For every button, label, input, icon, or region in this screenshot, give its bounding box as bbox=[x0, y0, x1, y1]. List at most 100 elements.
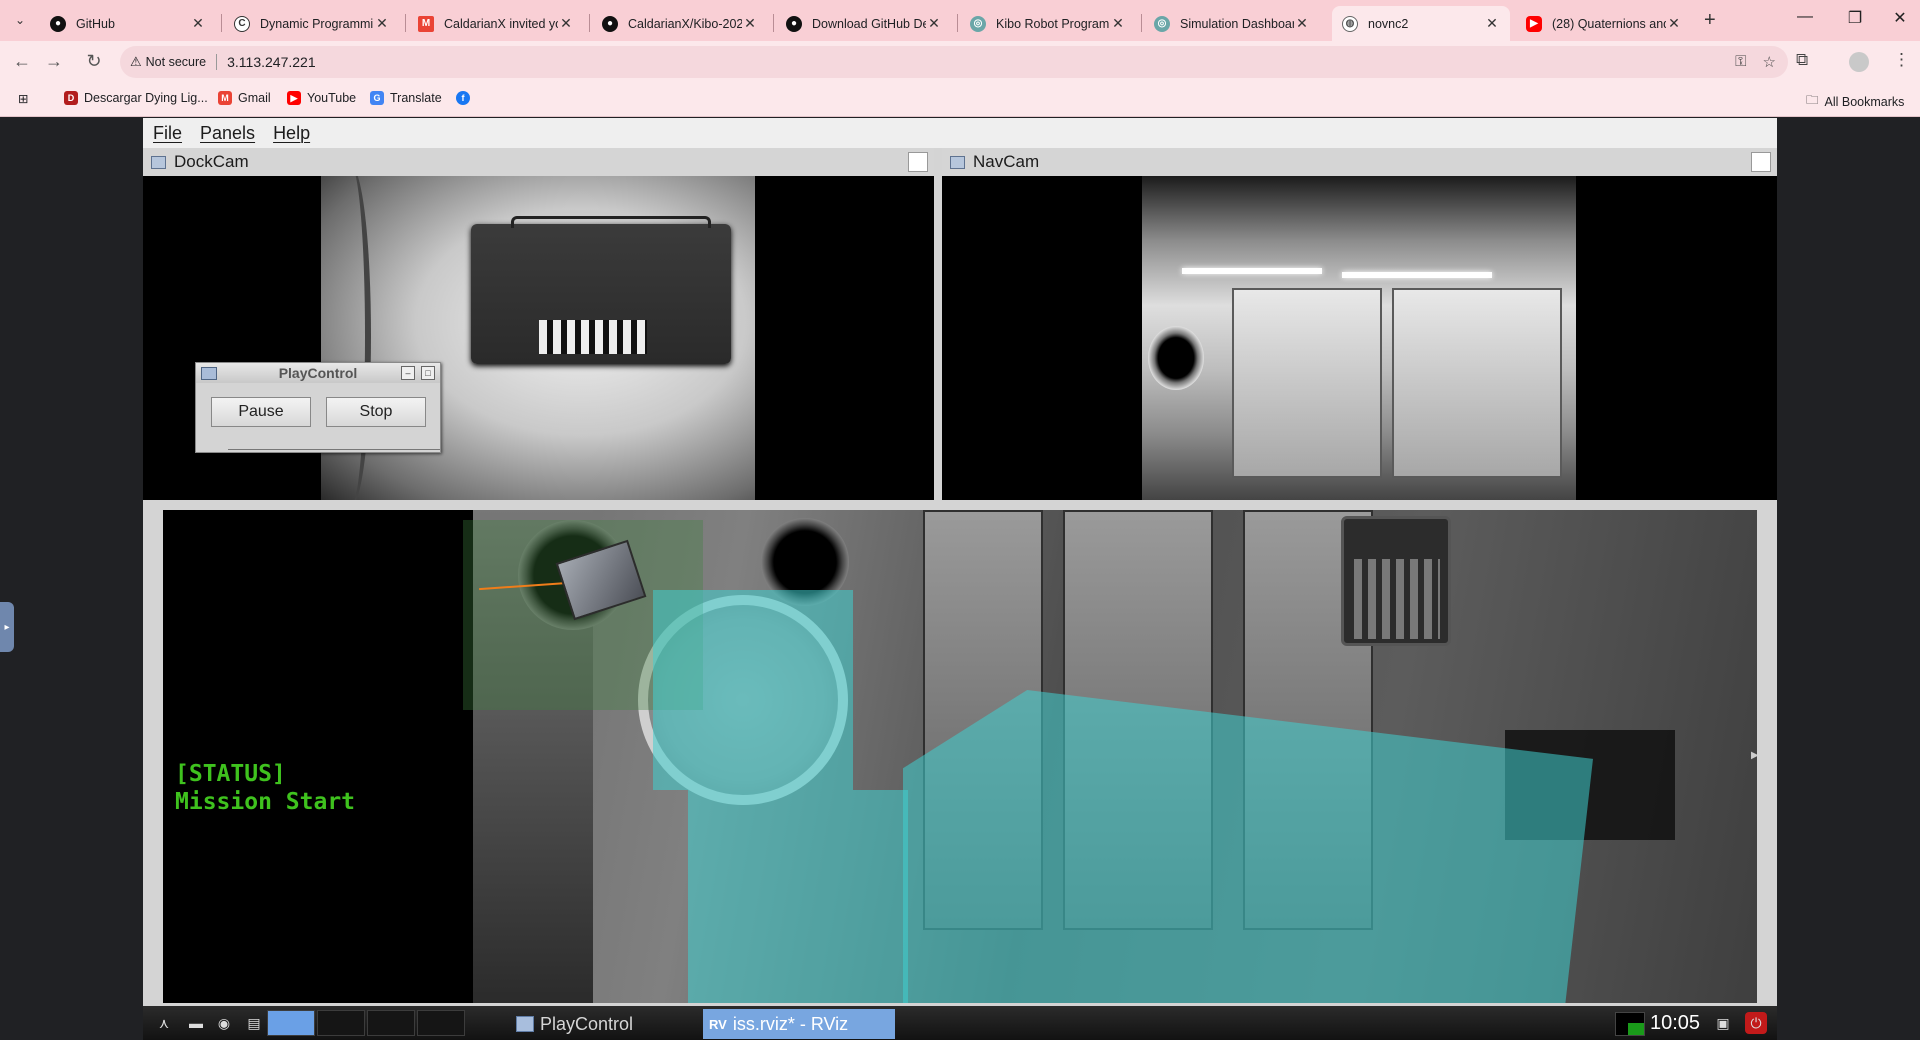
file-manager-icon[interactable]: ▤ bbox=[243, 1012, 265, 1034]
bookmark-translate[interactable]: G Translate bbox=[370, 91, 442, 105]
novnc-control-handle[interactable]: ▸ bbox=[0, 602, 14, 652]
tab-gmail[interactable]: M CaldarianX invited yo ✕ bbox=[408, 6, 584, 41]
apps-grid-icon[interactable]: ⊞ bbox=[18, 91, 28, 106]
bookmark-youtube[interactable]: ▶ YouTube bbox=[287, 91, 356, 105]
address-bar[interactable]: ⚠ Not secure 3.113.247.221 ⚿ ☆ bbox=[120, 46, 1788, 78]
status-overlay: [STATUS] Mission Start bbox=[175, 761, 356, 815]
close-icon[interactable]: ✕ bbox=[742, 15, 758, 32]
url-text[interactable]: 3.113.247.221 bbox=[227, 54, 316, 70]
github-icon: ● bbox=[786, 15, 802, 32]
youtube-icon: ▶ bbox=[1526, 15, 1542, 32]
forward-icon[interactable]: → bbox=[42, 51, 66, 72]
playcontrol-window: PlayControl – □ Pause Stop bbox=[195, 362, 441, 453]
tab-strip: ⌄ ● GitHub ✕ C Dynamic Programming ✕ M C… bbox=[0, 0, 1920, 41]
close-icon[interactable]: ✕ bbox=[1110, 15, 1126, 32]
desktop-1[interactable] bbox=[267, 1010, 315, 1036]
rviz-icon: RV bbox=[709, 1016, 727, 1032]
app-icon: C bbox=[234, 15, 250, 32]
reload-icon[interactable]: ↻ bbox=[82, 51, 106, 72]
tab-kibo-repo[interactable]: ● CaldarianX/Kibo-202 ✕ bbox=[592, 6, 768, 41]
close-icon[interactable]: ✕ bbox=[190, 15, 206, 32]
bookmarks-bar: ⊞ D Descargar Dying Lig... M Gmail ▶ You… bbox=[0, 83, 1920, 117]
new-tab-button[interactable]: + bbox=[1704, 9, 1716, 32]
restore-icon[interactable]: ❐ bbox=[1835, 8, 1875, 28]
close-window-icon[interactable]: ✕ bbox=[1880, 8, 1920, 28]
github-icon: ● bbox=[50, 15, 66, 32]
folder-icon: 🗀 bbox=[1806, 93, 1819, 107]
gmail-icon: M bbox=[218, 91, 232, 105]
tab-dynamic-programming[interactable]: C Dynamic Programming ✕ bbox=[224, 6, 400, 41]
kebab-menu-icon[interactable]: ⋮ bbox=[1893, 50, 1910, 70]
kibo-icon: ◎ bbox=[970, 15, 986, 32]
screen-icon[interactable]: ▣ bbox=[1712, 1012, 1734, 1034]
bookmark-gmail[interactable]: M Gmail bbox=[218, 91, 271, 105]
close-icon[interactable]: ✕ bbox=[1666, 15, 1682, 32]
desktop-4[interactable] bbox=[417, 1010, 465, 1036]
close-icon[interactable]: ✕ bbox=[374, 15, 390, 32]
desktop-2[interactable] bbox=[317, 1010, 365, 1036]
task-playcontrol[interactable]: PlayControl bbox=[510, 1009, 710, 1039]
ar-tag bbox=[539, 320, 647, 354]
key-icon[interactable]: ⚿ bbox=[1735, 53, 1746, 71]
facebook-icon: f bbox=[456, 91, 470, 105]
tab-search-button[interactable]: ⌄ bbox=[8, 8, 32, 32]
navcam-title: NavCam bbox=[973, 152, 1040, 171]
window-icon bbox=[516, 1016, 534, 1032]
minimize-all-icon[interactable]: ▬ bbox=[185, 1012, 207, 1034]
bookmark-dying-light[interactable]: D Descargar Dying Lig... bbox=[64, 91, 208, 105]
profile-avatar[interactable] bbox=[1849, 52, 1869, 72]
tab-github[interactable]: ● GitHub ✕ bbox=[40, 6, 216, 41]
bookmark-facebook[interactable]: f bbox=[456, 91, 470, 105]
browser-toolbar: ← → ↻ ⚠ Not secure 3.113.247.221 ⚿ ☆ ⧉ ⋮ bbox=[0, 41, 1920, 83]
youtube-icon: ▶ bbox=[287, 91, 301, 105]
close-icon[interactable]: ✕ bbox=[926, 15, 942, 32]
clock: 10:05 bbox=[1650, 1012, 1701, 1034]
back-icon[interactable]: ← bbox=[10, 51, 34, 72]
task-rviz[interactable]: RV iss.rviz* - RViz bbox=[703, 1009, 895, 1039]
panel-icon bbox=[950, 155, 965, 169]
close-icon[interactable]: ✕ bbox=[1484, 15, 1500, 32]
navcam-float-checkbox[interactable] bbox=[1751, 152, 1771, 172]
minimize-icon[interactable]: — bbox=[1785, 8, 1825, 26]
dockcam-panel-header: DockCam bbox=[143, 148, 934, 176]
tab-github-desktop[interactable]: ● Download GitHub De ✕ bbox=[776, 6, 952, 41]
stop-button[interactable]: Stop bbox=[326, 397, 426, 427]
rviz-3d-view[interactable]: ◀ ▶ [STATUS] Mission Start bbox=[163, 510, 1757, 1003]
tab-youtube-quaternions[interactable]: ▶ (28) Quaternions and ✕ bbox=[1516, 6, 1692, 41]
menu-file[interactable]: File bbox=[153, 123, 182, 144]
browser-icon[interactable]: ◉ bbox=[213, 1012, 235, 1034]
desktop-3[interactable] bbox=[367, 1010, 415, 1036]
security-chip[interactable]: Not secure bbox=[146, 55, 206, 69]
bookmark-star-icon[interactable]: ☆ bbox=[1763, 53, 1776, 71]
menu-help[interactable]: Help bbox=[273, 123, 310, 144]
navcam-view[interactable] bbox=[942, 176, 1777, 500]
gmail-icon: M bbox=[418, 15, 434, 32]
pause-button[interactable]: Pause bbox=[211, 397, 311, 427]
globe-icon: ◍ bbox=[1342, 15, 1358, 32]
keypad-panel bbox=[1341, 516, 1451, 646]
power-icon[interactable]: ⏻ bbox=[1745, 1012, 1767, 1034]
menu-panels[interactable]: Panels bbox=[200, 123, 255, 144]
dockcam-title: DockCam bbox=[174, 152, 249, 171]
game-icon: D bbox=[64, 91, 78, 105]
kibo-icon: ◎ bbox=[1154, 15, 1170, 32]
tab-simulation-dashboard[interactable]: ◎ Simulation Dashboar ✕ bbox=[1144, 6, 1320, 41]
all-bookmarks[interactable]: 🗀 All Bookmarks bbox=[1806, 91, 1904, 112]
tab-novnc2[interactable]: ◍ novnc2 ✕ bbox=[1332, 6, 1510, 41]
start-menu-icon[interactable]: ⋏ bbox=[153, 1012, 175, 1034]
tab-kibo-programming[interactable]: ◎ Kibo Robot Program ✕ bbox=[960, 6, 1136, 41]
maximize-icon[interactable]: □ bbox=[421, 366, 435, 380]
warning-icon: ⚠ bbox=[130, 54, 142, 69]
close-icon[interactable]: ✕ bbox=[558, 15, 574, 32]
cpu-monitor bbox=[1615, 1012, 1645, 1036]
rviz-menubar: File Panels Help bbox=[143, 118, 1777, 148]
right-arrow-icon: ▶ bbox=[1751, 750, 1757, 761]
dockcam-float-checkbox[interactable] bbox=[908, 152, 928, 172]
navcam-panel-header: NavCam bbox=[942, 148, 1777, 176]
close-icon[interactable]: ✕ bbox=[1294, 15, 1310, 32]
panel-icon bbox=[151, 155, 166, 169]
extensions-icon[interactable]: ⧉ bbox=[1796, 50, 1808, 70]
playcontrol-titlebar[interactable]: PlayControl – □ bbox=[196, 363, 440, 383]
translate-icon: G bbox=[370, 91, 384, 105]
minimize-icon[interactable]: – bbox=[401, 366, 415, 380]
